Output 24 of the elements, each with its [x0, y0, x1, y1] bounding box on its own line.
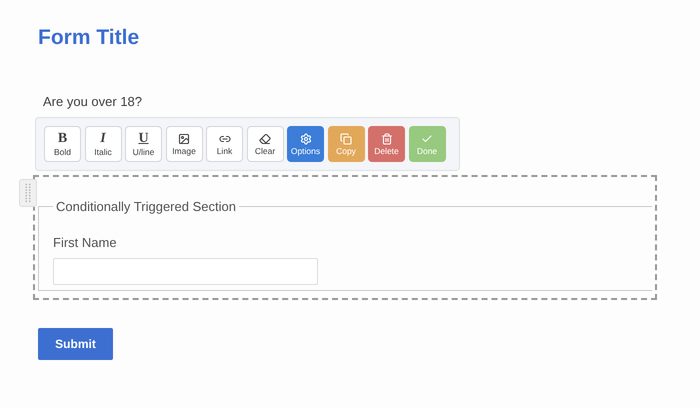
first-name-field[interactable] [53, 258, 318, 285]
bold-button[interactable]: B Bold [44, 126, 81, 162]
underline-glyph-icon: U [138, 132, 149, 146]
section-legend: Conditionally Triggered Section [53, 197, 239, 216]
form-title: Form Title [38, 25, 140, 51]
drag-handle[interactable] [19, 179, 37, 207]
done-icon [421, 132, 433, 145]
bold-glyph-icon: B [58, 132, 68, 146]
italic-button[interactable]: I Italic [84, 126, 122, 162]
submit-button[interactable]: Submit [38, 328, 113, 360]
question-label: Are you over 18? [43, 92, 142, 111]
copy-icon [340, 132, 352, 145]
options-icon [300, 132, 312, 145]
image-button[interactable]: Image [166, 126, 202, 162]
image-icon [178, 132, 190, 145]
grip-icon [25, 183, 31, 203]
underline-button[interactable]: U U/line [125, 126, 162, 162]
clear-icon [259, 132, 271, 145]
italic-glyph-icon: I [100, 132, 106, 146]
clear-button[interactable]: Clear [246, 126, 284, 162]
field-label: First Name [53, 234, 117, 252]
delete-icon [380, 132, 392, 145]
options-button[interactable]: Options [287, 126, 324, 162]
link-button[interactable]: Link [206, 126, 243, 162]
